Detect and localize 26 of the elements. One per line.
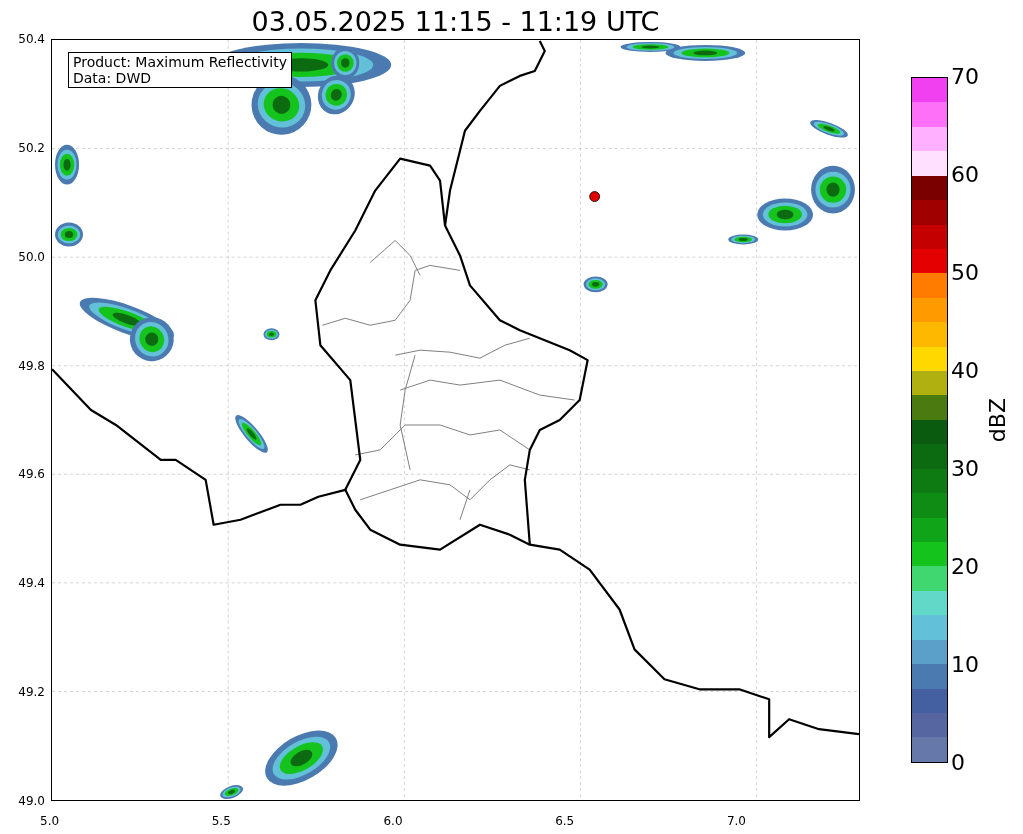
colorbar-tick-label: 60 [951,162,979,188]
x-axis-tick-label: 5.0 [40,813,60,829]
y-axis-tick-label: 49.8 [18,357,45,374]
y-axis-tick-label: 49.0 [18,792,45,809]
info-text: Product: Maximum Reflectivity [73,54,287,70]
x-axis-tick-label: 6.5 [555,813,575,829]
x-axis-tick-label: 7.0 [726,813,746,829]
colorbar-tick-label: 40 [951,358,979,384]
info-text: Data: DWD [73,70,152,86]
y-axis-tick-label: 50.4 [18,31,45,47]
y-axis-tick-label: 49.6 [18,466,45,483]
colorbar-tick-label: 70 [951,64,979,90]
y-axis-tick-label: 50.0 [18,248,45,265]
chart-title: 03.05.2025 11:15 - 11:19 UTC [251,5,660,39]
y-axis-tick-label: 49.4 [18,575,45,592]
colorbar-tick-label: 10 [951,652,979,678]
colorbar-tick-label: 30 [951,456,979,482]
y-axis-tick-label: 49.2 [18,684,45,701]
colorbar-tick-label: 50 [951,260,979,286]
colorbar-label: dBZ [985,397,1011,443]
location-marker [589,191,600,202]
colorbar-tick-label: 20 [951,554,979,580]
x-axis-tick-label: 5.5 [211,813,231,829]
x-axis-tick-label: 6.0 [383,813,403,829]
y-axis-tick-label: 50.2 [18,139,45,156]
colorbar-tick-label: 0 [951,750,966,776]
